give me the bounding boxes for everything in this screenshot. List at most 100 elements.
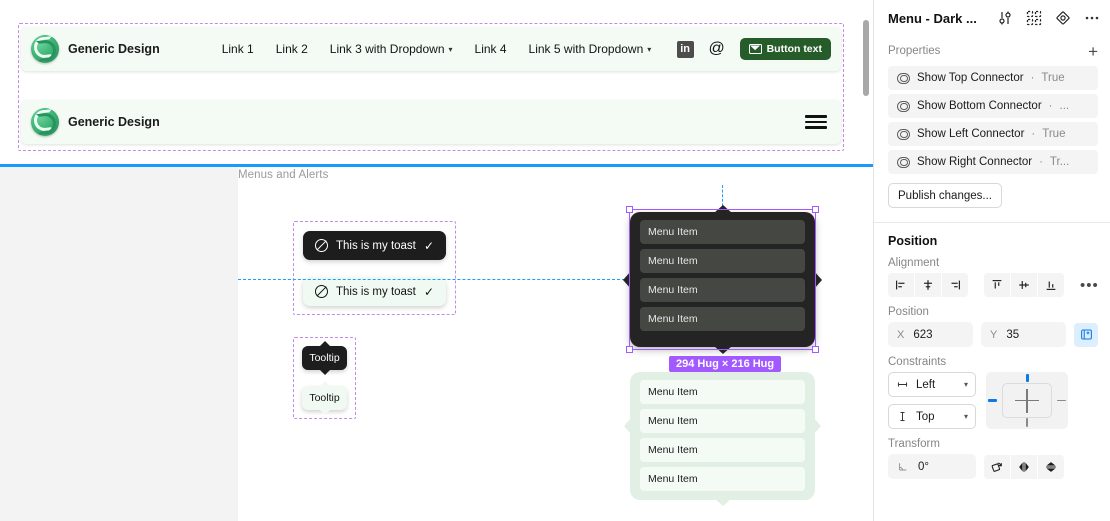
property-name: Show Bottom Connector (917, 100, 1042, 112)
chevron-down-icon: ▾ (647, 45, 652, 54)
menu-item[interactable]: Menu Item (640, 467, 805, 491)
nav-link-5[interactable]: Link 5 with Dropdown ▾ (529, 42, 652, 56)
flip-vertical-icon[interactable] (1038, 454, 1064, 479)
navbar-brand[interactable]: Generic Design (21, 35, 160, 63)
property-value: True (1041, 72, 1065, 84)
selection-size-badge: 294 Hug × 216 Hug (669, 356, 782, 372)
navbar-cta-button[interactable]: Button text (739, 38, 831, 60)
nav-link-2-label: Link 2 (275, 42, 308, 56)
nav-link-3-label: Link 3 with Dropdown (329, 42, 445, 56)
absolute-position-icon[interactable] (1074, 322, 1098, 347)
vertical-constraint-value: Top (916, 410, 935, 423)
more-icon[interactable] (1084, 10, 1100, 26)
nav-link-1-label: Link 1 (221, 42, 254, 56)
publish-changes-button[interactable]: Publish changes... (888, 183, 1002, 208)
property-value: ... (1059, 100, 1070, 112)
check-icon: ✓ (423, 238, 434, 253)
constraint-top-active[interactable] (1025, 374, 1029, 382)
align-left-icon[interactable] (888, 273, 914, 297)
boolean-property-icon (897, 156, 910, 168)
nav-link-5-label: Link 5 with Dropdown (528, 42, 644, 56)
connector-bottom-icon (714, 499, 731, 506)
vertical-constraint-icon (900, 411, 905, 422)
horizontal-constraint-select[interactable]: Left ▾ (888, 372, 976, 397)
property-separator: · (1039, 156, 1043, 168)
flip-horizontal-icon[interactable] (1011, 454, 1037, 479)
tune-icon[interactable] (997, 10, 1013, 26)
toast-dark[interactable]: This is my toast ✓ (303, 231, 446, 260)
add-property-button[interactable]: + (1088, 43, 1098, 60)
constraint-right-inactive[interactable] (1057, 400, 1066, 402)
nav-link-1[interactable]: Link 1 (222, 42, 254, 56)
constraint-left-active[interactable] (988, 399, 997, 402)
rotate-icon[interactable] (984, 454, 1010, 479)
position-x-prefix: X (897, 328, 905, 341)
align-right-icon[interactable] (942, 273, 968, 297)
canvas-area[interactable]: Generic Design Link 1 Link 2 Link 3 with… (0, 0, 874, 521)
vertical-alignment-group (984, 273, 1064, 297)
position-y-input[interactable]: Y 35 (981, 322, 1066, 347)
menu-item[interactable]: Menu Item (640, 278, 805, 302)
rotation-input[interactable]: 0° (888, 454, 976, 479)
navbar-desktop[interactable]: Generic Design Link 1 Link 2 Link 3 with… (21, 27, 841, 71)
align-horizontal-center-icon[interactable] (915, 273, 941, 297)
nav-link-3[interactable]: Link 3 with Dropdown ▾ (330, 42, 453, 56)
toast-light[interactable]: This is my toast ✓ (303, 277, 446, 306)
menu-dark[interactable]: Menu Item Menu Item Menu Item Menu Item (623, 205, 822, 354)
tooltip-light-text: Tooltip (309, 392, 340, 404)
panel-header: Menu - Dark ... (874, 0, 1110, 36)
nav-link-4[interactable]: Link 4 (475, 42, 507, 56)
align-top-icon[interactable] (984, 273, 1010, 297)
check-icon: ✓ (423, 284, 434, 299)
horizontal-constraint-value: Left (916, 378, 936, 391)
position-x-input[interactable]: X 623 (888, 322, 973, 347)
property-name: Show Left Connector (917, 128, 1025, 140)
transform-buttons (984, 454, 1064, 479)
menu-item[interactable]: Menu Item (640, 409, 805, 433)
menu-item[interactable]: Menu Item (640, 249, 805, 273)
alignment-label: Alignment (888, 257, 940, 269)
constraint-bottom-inactive[interactable] (1026, 418, 1028, 427)
alignment-buttons-row: ••• (874, 273, 1110, 297)
chevron-down-icon: ▾ (963, 380, 968, 389)
nav-link-4-label: Link 4 (474, 42, 507, 56)
property-value: True (1042, 128, 1066, 140)
property-separator: · (1030, 72, 1035, 84)
linkedin-icon[interactable]: in (676, 40, 694, 58)
canvas-vertical-scrollbar[interactable] (863, 20, 869, 96)
property-row-show-right-connector[interactable]: Show Right Connector · Tr... (888, 150, 1098, 174)
tooltip-dark[interactable]: Tooltip (302, 346, 347, 370)
position-inputs-row: X 623 Y 35 (874, 322, 1110, 347)
menu-item[interactable]: Menu Item (640, 307, 805, 331)
section-label: Menus and Alerts (238, 169, 329, 181)
constraints-widget[interactable] (986, 372, 1068, 429)
constraints-center-v (1026, 389, 1028, 413)
boolean-property-icon (897, 128, 910, 140)
property-row-show-top-connector[interactable]: Show Top Connector · True (888, 66, 1098, 90)
property-separator: · (1048, 100, 1053, 112)
align-vertical-center-icon[interactable] (1011, 273, 1037, 297)
ban-icon (315, 239, 328, 252)
menu-item[interactable]: Menu Item (640, 220, 805, 244)
brand-logo-icon (31, 108, 59, 136)
property-name: Show Top Connector (917, 72, 1024, 84)
figma-like-editor: Generic Design Link 1 Link 2 Link 3 with… (0, 0, 1110, 521)
alignment-more-button[interactable]: ••• (1080, 278, 1099, 293)
vertical-constraint-select[interactable]: Top ▾ (888, 404, 976, 429)
property-row-show-bottom-connector[interactable]: Show Bottom Connector · ... (888, 94, 1098, 118)
navbar-mobile[interactable]: Generic Design (21, 100, 841, 144)
nav-link-2[interactable]: Link 2 (276, 42, 308, 56)
component-icon[interactable] (1026, 10, 1042, 26)
tooltip-light[interactable]: Tooltip (302, 386, 347, 410)
variant-icon[interactable] (1055, 10, 1071, 26)
threads-icon[interactable]: @ (708, 40, 726, 58)
menu-item[interactable]: Menu Item (640, 438, 805, 462)
navbar-mobile-brand[interactable]: Generic Design (21, 108, 160, 136)
align-bottom-icon[interactable] (1038, 273, 1064, 297)
properties-panel: Menu - Dark ... Properties + Show Top Co… (874, 0, 1110, 521)
menu-item[interactable]: Menu Item (640, 380, 805, 404)
hamburger-icon[interactable] (805, 115, 841, 129)
constraints-row: Left ▾ Top ▾ (874, 372, 1110, 429)
property-row-show-left-connector[interactable]: Show Left Connector · True (888, 122, 1098, 146)
menu-light[interactable]: Menu Item Menu Item Menu Item Menu Item (624, 372, 821, 506)
